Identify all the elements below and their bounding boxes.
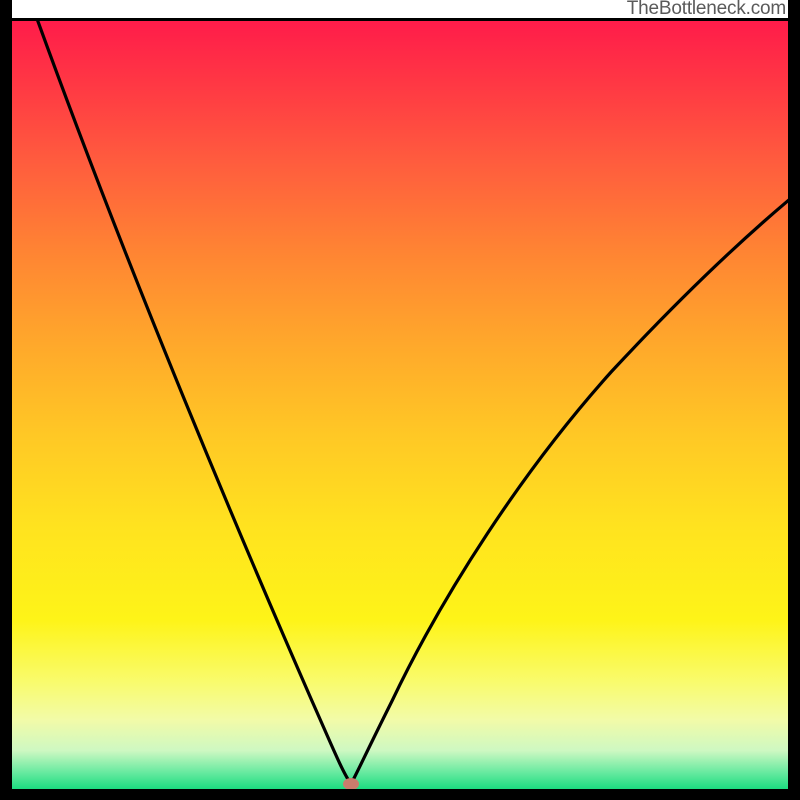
frame-left [0, 0, 12, 800]
frame-bottom [0, 789, 800, 800]
chart-container: TheBottleneck.com [0, 0, 800, 800]
watermark-text: TheBottleneck.com [627, 0, 786, 20]
curve-path [36, 21, 788, 784]
bottleneck-curve [12, 21, 788, 789]
frame-right [788, 0, 800, 800]
gradient-plot-area [12, 21, 788, 789]
